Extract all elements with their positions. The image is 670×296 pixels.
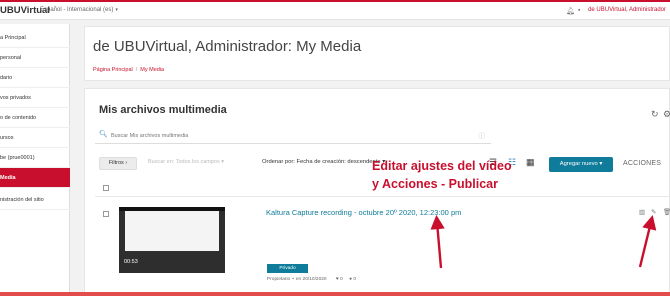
created-date: en 20/10/2020 bbox=[295, 277, 327, 282]
sidebar-item-label: Media bbox=[0, 175, 16, 181]
filters-button[interactable]: Filtros › bbox=[99, 157, 137, 170]
video-duration: 00:53 bbox=[124, 259, 138, 265]
sidebar-item-label: nistración del sitio bbox=[0, 197, 44, 203]
page-title: de UBUVirtual, Administrador: My Media bbox=[93, 38, 362, 55]
breadcrumb-my-media[interactable]: My Media bbox=[140, 67, 164, 73]
delete-icon[interactable]: 🗑︎ bbox=[663, 208, 670, 216]
order-select[interactable]: Ordenar por: Fecha de creación: descende… bbox=[262, 159, 385, 165]
owner-label: Propietario bbox=[267, 277, 291, 282]
section-title: Mis archivos multimedia bbox=[99, 104, 227, 116]
refresh-icon[interactable]: ↻ bbox=[651, 109, 659, 120]
comments-count: 0 bbox=[353, 277, 357, 282]
sidebar-item-private-files[interactable]: vos privados bbox=[0, 88, 70, 108]
entry-checkbox[interactable] bbox=[103, 211, 109, 217]
sidebar-item-course[interactable]: be (prue0001) bbox=[0, 148, 70, 168]
filters-label: Filtros bbox=[108, 160, 124, 166]
breadcrumb-separator: / bbox=[135, 67, 138, 73]
bottom-accent-bar bbox=[0, 292, 670, 296]
separator-dot: • bbox=[292, 277, 294, 282]
sidebar-item-label: personal bbox=[0, 55, 22, 61]
chat-icon[interactable]: ▪ bbox=[578, 7, 580, 14]
breadcrumb: Página Principal / My Media bbox=[93, 67, 164, 73]
entry-meta: Propietario • en 20/10/2020 ♥ 0 ● 0 bbox=[267, 277, 356, 282]
divider bbox=[95, 196, 670, 197]
annotation-line-2: y Acciones - Publicar bbox=[372, 177, 498, 191]
sidebar-item-content-bank[interactable]: o de contenido bbox=[0, 108, 70, 128]
sidebar-item-site-admin[interactable]: nistración del sitio bbox=[0, 190, 70, 210]
language-selector[interactable]: Español - Internacional (es) ▾ bbox=[40, 7, 118, 13]
order-label: Ordenar por: Fecha de creación: descende… bbox=[262, 159, 381, 165]
sidebar: a Principal personal dario vos privados … bbox=[0, 24, 70, 296]
thumbnail-screen bbox=[125, 211, 219, 251]
edit-pencil-icon[interactable]: ✎ bbox=[651, 208, 656, 216]
grid-view-icon[interactable]: ▦ bbox=[526, 157, 535, 168]
add-new-button[interactable]: Agregar nuevo ▾ bbox=[549, 157, 613, 172]
likes-count: 0 bbox=[340, 277, 343, 282]
sidebar-item-calendar[interactable]: dario bbox=[0, 68, 70, 88]
actions-menu[interactable]: ACCIONES bbox=[623, 160, 661, 167]
sidebar-item-label: be (prue0001) bbox=[0, 155, 35, 161]
heart-icon: ♥ bbox=[335, 277, 339, 282]
sidebar-item-courses[interactable]: ursos bbox=[0, 128, 70, 148]
sidebar-item-home[interactable]: a Principal bbox=[0, 28, 70, 48]
search-icon: 🔍︎ bbox=[99, 131, 108, 138]
gear-icon[interactable]: ⚙ bbox=[663, 109, 670, 120]
comment-icon: ● bbox=[349, 277, 353, 282]
sidebar-item-label: dario bbox=[0, 75, 13, 81]
bell-icon[interactable]: 🔔︎ bbox=[566, 7, 575, 15]
search-box: 🔍︎ ⓘ bbox=[95, 127, 491, 144]
video-thumbnail[interactable]: 00:53 bbox=[119, 207, 225, 273]
select-all-checkbox[interactable] bbox=[103, 185, 109, 191]
sidebar-item-label: vos privados bbox=[0, 95, 31, 101]
page-header: de UBUVirtual, Administrador: My Media P… bbox=[84, 26, 670, 81]
sidebar-item-personal[interactable]: personal bbox=[0, 48, 70, 68]
search-input[interactable] bbox=[111, 131, 461, 141]
annotation-text: Editar ajustes del vídeo y Acciones - Pu… bbox=[372, 157, 512, 193]
sidebar-item-label: ursos bbox=[0, 135, 14, 141]
media-title-link[interactable]: Kaltura Capture recording - octubre 20º … bbox=[266, 208, 461, 217]
annotation-line-1: Editar ajustes del vídeo bbox=[372, 159, 512, 173]
sidebar-item-label: a Principal bbox=[0, 35, 26, 41]
breadcrumb-home[interactable]: Página Principal bbox=[93, 67, 133, 73]
add-new-label: Agregar nuevo bbox=[559, 161, 598, 167]
search-in-select[interactable]: Buscar en: Todos los campos ▾ bbox=[148, 159, 224, 165]
user-menu[interactable]: de UBUVirtual, Administrador bbox=[588, 7, 666, 13]
info-icon[interactable]: ⓘ bbox=[479, 130, 486, 140]
top-navbar: UBUVirtual Español - Internacional (es) ▾… bbox=[0, 0, 670, 20]
search-in-label: Buscar en: Todos los campos bbox=[148, 159, 220, 165]
sidebar-item-label: o de contenido bbox=[0, 115, 37, 121]
sidebar-item-my-media[interactable]: Media bbox=[0, 168, 70, 188]
status-badge: Privado bbox=[267, 264, 308, 273]
language-label: Español - Internacional (es) bbox=[40, 7, 114, 13]
chevron-down-icon: ▾ bbox=[115, 7, 118, 13]
stats-icon[interactable]: ▥ bbox=[639, 208, 645, 216]
